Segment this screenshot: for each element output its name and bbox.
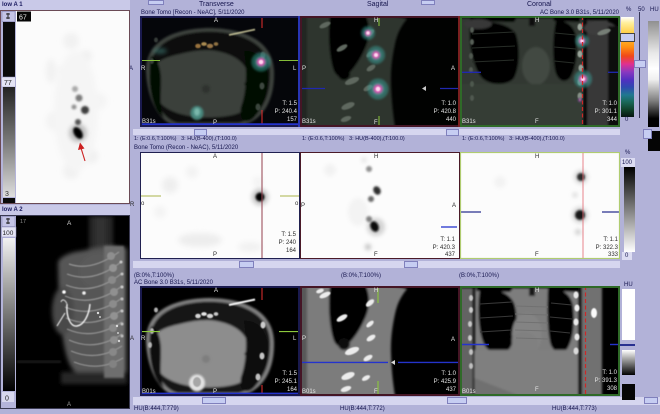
svg-text:100: 100 xyxy=(3,230,14,237)
svg-text:77: 77 xyxy=(4,80,12,87)
svg-text:0: 0 xyxy=(5,396,9,403)
svg-text:A: A xyxy=(67,402,71,408)
svg-text:o: o xyxy=(141,201,145,207)
svg-text:17: 17 xyxy=(20,219,26,225)
svg-text:A: A xyxy=(67,220,72,227)
svg-text:o: o xyxy=(295,201,299,207)
svg-text:67: 67 xyxy=(19,15,27,22)
svg-text:3: 3 xyxy=(5,191,9,198)
